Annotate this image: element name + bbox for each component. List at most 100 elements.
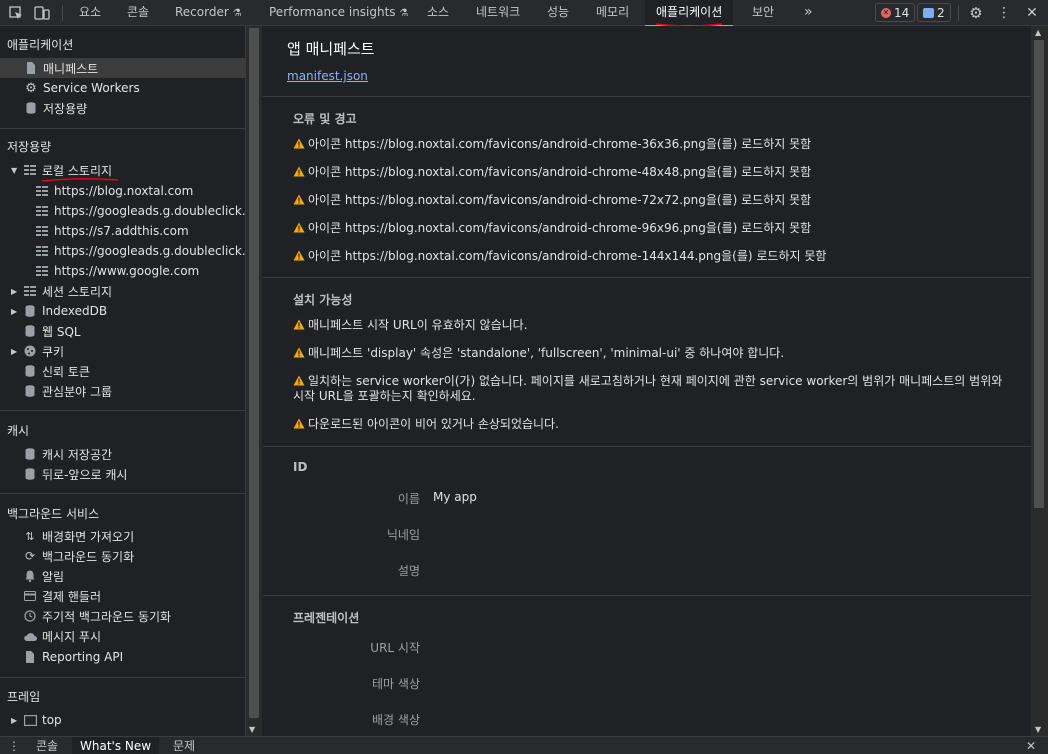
warning-message: 아이콘 https://blog.noxtal.com/favicons/and… (293, 165, 811, 180)
sidebar-item-periodic-background-sync[interactable]: 주기적 백그라운드 동기화 (23, 606, 171, 626)
manifest-link[interactable]: manifest.json (287, 69, 368, 83)
tab-performance-insights-label: Performance insights (269, 5, 396, 19)
collapse-triangle-icon[interactable]: ▶ (11, 716, 21, 725)
warning-message: 다운로드된 아이콘이 비어 있거나 손상되었습니다. (293, 417, 559, 432)
sidebar-item-origin[interactable]: https://s7.addthis.com (35, 221, 189, 241)
expand-triangle-icon[interactable]: ▼ (11, 166, 21, 175)
section-header-frames: 프레임 (7, 690, 41, 704)
close-drawer-icon[interactable]: ✕ (1026, 737, 1036, 754)
frame-window-icon (23, 713, 37, 727)
warning-text: 매니페스트 시작 URL이 유효하지 않습니다. (308, 318, 528, 332)
toolbar-separator (62, 5, 63, 21)
sidebar-item-service-workers[interactable]: ⚙ Service Workers (24, 78, 140, 98)
scroll-down-arrow-icon[interactable]: ▼ (1035, 725, 1041, 734)
warning-text: 매니페스트 'display' 속성은 'standalone', 'fulls… (308, 346, 785, 360)
sidebar-item-payment-handler[interactable]: 결제 핸들러 (23, 586, 101, 606)
drawer-tab-whats-new[interactable]: What's New (72, 737, 160, 754)
drawer-tab-issues[interactable]: 문제 (173, 737, 195, 754)
tab-performance-insights[interactable]: Performance insights ⚗ (269, 0, 408, 26)
sidebar-item-label: 배경화면 가져오기 (42, 529, 135, 544)
sidebar-item-interest-groups[interactable]: 관심분야 그룹 (23, 381, 112, 401)
more-options-icon[interactable]: ⋮ (994, 0, 1014, 26)
collapse-triangle-icon[interactable]: ▶ (11, 347, 21, 356)
tab-recorder[interactable]: Recorder ⚗ (175, 0, 242, 26)
sync-icon: ⟳ (24, 549, 36, 563)
sidebar-item-origin[interactable]: https://googleads.g.doubleclick.net (35, 201, 245, 221)
sidebar-item-storage[interactable]: 저장용량 (24, 98, 87, 118)
cloud-icon (23, 629, 37, 643)
section-header-cache: 캐시 (7, 424, 30, 438)
errors-badge[interactable]: ✕ 14 (875, 3, 916, 22)
tab-security[interactable]: 보안 (752, 0, 774, 26)
issues-badge[interactable]: 2 (917, 3, 951, 22)
sidebar-item-label: Service Workers (43, 81, 140, 95)
section-divider (263, 595, 1031, 596)
drawer-tab-console[interactable]: 콘솔 (36, 737, 58, 754)
sidebar-item-label: https://blog.noxtal.com (54, 184, 194, 198)
close-devtools-icon[interactable]: ✕ (1022, 0, 1042, 26)
scroll-up-arrow-icon[interactable]: ▲ (1035, 28, 1041, 37)
sidebar-item-origin[interactable]: https://blog.noxtal.com (35, 181, 193, 201)
sidebar-item-label: 결제 핸들러 (42, 589, 102, 604)
device-toolbar-icon[interactable] (32, 0, 52, 26)
sidebar-item-label: 매니페스트 (43, 61, 99, 76)
warning-message: 매니페스트 'display' 속성은 'standalone', 'fulls… (293, 346, 784, 361)
tab-memory[interactable]: 메모리 (596, 0, 629, 26)
field-label-background-color: 배경 색상 (372, 713, 420, 727)
collapse-triangle-icon[interactable]: ▶ (11, 287, 21, 296)
sidebar-item-session-storage[interactable]: ▶ 세션 스토리지 (11, 281, 112, 301)
section-divider (263, 446, 1031, 447)
sidebar-item-background-sync[interactable]: ⟳ 백그라운드 동기화 (23, 546, 134, 566)
sidebar-item-manifest[interactable]: 매니페스트 (0, 58, 245, 78)
scroll-down-arrow-icon[interactable]: ▼ (249, 725, 255, 734)
devtools-tab-bar: 요소 콘솔 Recorder ⚗ Performance insights ⚗ … (0, 0, 1048, 27)
collapse-triangle-icon[interactable]: ▶ (11, 307, 21, 316)
issues-icon (923, 7, 934, 18)
warning-icon (293, 222, 305, 233)
database-icon (23, 467, 37, 481)
warning-message: 아이콘 https://blog.noxtal.com/favicons/and… (293, 193, 811, 208)
sidebar-item-indexeddb[interactable]: ▶ IndexedDB (11, 301, 107, 321)
main-scrollbar[interactable]: ▲ ▼ (1031, 26, 1048, 736)
table-grid-icon (35, 264, 49, 278)
section-header-storage: 저장용량 (7, 140, 52, 154)
inspect-element-icon[interactable] (6, 0, 26, 26)
sidebar-scrollbar[interactable]: ▼ (245, 26, 262, 736)
tab-console[interactable]: 콘솔 (127, 0, 149, 26)
toolbar-separator (958, 5, 959, 21)
sidebar-item-cookies[interactable]: ▶ 쿠키 (11, 341, 64, 361)
warning-text: 다운로드된 아이콘이 비어 있거나 손상되었습니다. (308, 417, 559, 431)
settings-gear-icon[interactable]: ⚙ (966, 0, 986, 26)
tab-network[interactable]: 네트워크 (476, 0, 520, 26)
sidebar-item-label: 메시지 푸시 (42, 629, 102, 644)
sidebar-item-origin[interactable]: https://www.google.com (35, 261, 199, 281)
sidebar-item-label: https://www.google.com (54, 264, 200, 278)
tab-recorder-label: Recorder (175, 5, 229, 19)
tab-sources[interactable]: 소스 (427, 0, 449, 26)
sidebar-item-trust-tokens[interactable]: 신뢰 토큰 (23, 361, 90, 381)
main-scrollbar-thumb[interactable] (1034, 40, 1044, 508)
sidebar-item-cache-storage[interactable]: 캐시 저장공간 (23, 444, 112, 464)
drawer-menu-icon[interactable]: ⋮ (8, 737, 20, 754)
sidebar-item-origin[interactable]: https://googleads.g.doubleclick.net (35, 241, 245, 261)
sidebar-item-web-sql[interactable]: 웹 SQL (23, 321, 81, 341)
sidebar-item-label: 뒤로-앞으로 캐시 (42, 467, 128, 482)
warning-icon (293, 319, 305, 330)
sidebar-item-push-messaging[interactable]: 메시지 푸시 (23, 626, 101, 646)
errors-count: 14 (894, 5, 910, 20)
sidebar-item-bfcache[interactable]: 뒤로-앞으로 캐시 (23, 464, 127, 484)
sidebar-divider (0, 493, 245, 494)
credit-card-icon (23, 589, 37, 603)
sidebar-item-reporting-api[interactable]: Reporting API (23, 647, 123, 667)
warning-icon (293, 418, 305, 429)
sidebar-item-label: 알림 (42, 569, 65, 584)
tab-performance[interactable]: 성능 (547, 0, 569, 26)
sidebar-scrollbar-thumb[interactable] (249, 28, 259, 718)
sidebar-item-notifications[interactable]: 알림 (23, 566, 64, 586)
sidebar-item-label: 캐시 저장공간 (42, 447, 113, 462)
warning-message: 아이콘 https://blog.noxtal.com/favicons/and… (293, 137, 811, 152)
sidebar-item-background-fetch[interactable]: ⇅ 배경화면 가져오기 (23, 526, 134, 546)
tab-elements[interactable]: 요소 (79, 0, 101, 26)
more-tabs-button[interactable]: » (804, 0, 813, 26)
sidebar-item-frame-top[interactable]: ▶ top (11, 710, 62, 730)
